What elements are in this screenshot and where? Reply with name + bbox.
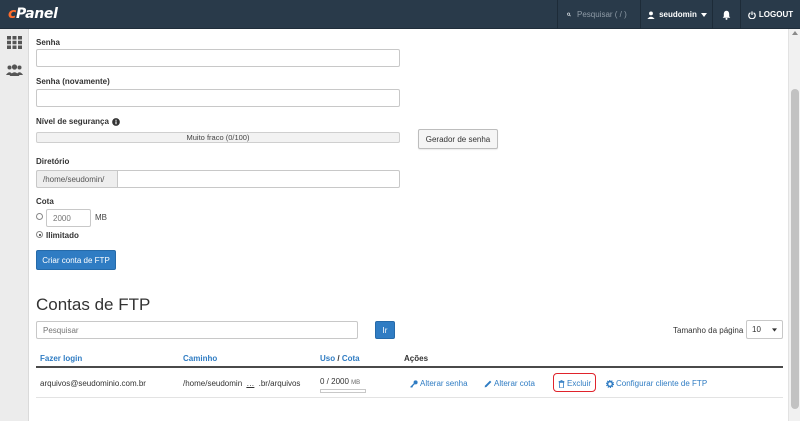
password-strength-meter: Muito fraco (0/100): [36, 132, 400, 143]
page-size-select[interactable]: 10: [746, 320, 783, 339]
users-icon: [6, 63, 23, 76]
top-bar: cPanel seudomin LOGOUT: [0, 0, 800, 29]
scroll-up-arrow-icon[interactable]: [792, 31, 798, 35]
quota-unlimited-radio[interactable]: [36, 231, 43, 238]
sidebar-item-users[interactable]: [5, 61, 24, 78]
strength-text: Muito fraco (0/100): [186, 133, 250, 142]
logout-label: LOGOUT: [758, 10, 794, 19]
quota-label: Cota: [36, 197, 54, 206]
table-header: Fazer login Caminho Uso / Cota Ações: [36, 350, 783, 368]
bell-icon: [722, 10, 730, 20]
password-generator-button[interactable]: Gerador de senha: [418, 129, 498, 149]
configure-ftp-client-action[interactable]: Configurar cliente de FTP: [606, 379, 707, 388]
scroll-thumb[interactable]: [791, 89, 799, 409]
power-icon: [748, 10, 756, 19]
sidebar-item-home[interactable]: [5, 34, 24, 51]
page-scrollbar[interactable]: [788, 29, 800, 421]
column-header-usage-quota: Uso / Cota: [320, 354, 360, 363]
directory-prefix: /home/seudomin/: [36, 170, 117, 188]
search-icon: [567, 12, 571, 17]
page-size-label: Tamanho da página: [673, 326, 744, 335]
gear-icon: [606, 379, 614, 388]
row-login: arquivos@seudominio.com.br: [40, 379, 146, 388]
row-path-end: .br/arquivos: [258, 379, 301, 388]
change-password-action[interactable]: Alterar senha: [410, 379, 468, 388]
password-confirm-label: Senha (novamente): [36, 77, 110, 86]
column-header-usage[interactable]: Uso: [320, 354, 335, 363]
password-confirm-input[interactable]: [36, 89, 400, 107]
strength-label-wrap: Nível de segurança: [36, 117, 120, 126]
cpanel-logo[interactable]: cPanel: [8, 6, 58, 22]
row-path-ellipsis[interactable]: …: [246, 379, 254, 388]
row-usage: 0 / 2000 MB: [320, 377, 360, 386]
column-separator: /: [337, 354, 340, 363]
header-search[interactable]: [558, 0, 639, 29]
row-usage-unit: MB: [351, 380, 361, 386]
key-icon: [410, 379, 418, 388]
quota-input[interactable]: [46, 209, 91, 227]
column-header-quota[interactable]: Cota: [342, 354, 360, 363]
user-menu[interactable]: seudomin: [641, 0, 713, 29]
table-row: arquivos@seudominio.com.br /home/seudomi…: [36, 370, 783, 398]
logout-button[interactable]: LOGOUT: [741, 0, 800, 29]
username: seudomin: [659, 10, 697, 19]
password-input[interactable]: [36, 49, 400, 67]
info-icon[interactable]: [112, 117, 120, 126]
grid-icon: [7, 36, 22, 49]
ftp-accounts-title: Contas de FTP: [36, 295, 151, 314]
row-usage-value: 0 / 2000: [320, 377, 349, 386]
change-password-label: Alterar senha: [420, 379, 468, 388]
pencil-icon: [484, 380, 492, 387]
row-usage-bar: [320, 389, 366, 393]
column-header-login[interactable]: Fazer login: [40, 354, 82, 363]
caret-down-icon: [700, 12, 707, 17]
column-header-path[interactable]: Caminho: [183, 354, 217, 363]
page-size-value: 10: [752, 325, 761, 334]
row-path: /home/seudomin … .br/arquivos: [183, 379, 300, 388]
change-quota-label: Alterar cota: [494, 379, 535, 388]
column-header-actions: Ações: [404, 354, 429, 363]
quota-unit: MB: [95, 213, 107, 222]
user-icon: [647, 10, 655, 19]
row-path-start: /home/seudomin: [183, 379, 243, 388]
notifications-button[interactable]: [713, 0, 739, 29]
password-label: Senha: [36, 38, 61, 47]
directory-input[interactable]: [117, 170, 400, 188]
directory-label: Diretório: [36, 157, 70, 166]
change-quota-action[interactable]: Alterar cota: [484, 379, 535, 388]
quota-limited-radio[interactable]: [36, 213, 43, 220]
sidebar: [0, 29, 29, 421]
header-search-input[interactable]: [577, 10, 639, 19]
strength-label: Nível de segurança: [36, 117, 109, 126]
delete-highlight: [553, 373, 596, 392]
search-go-button[interactable]: Ir: [375, 321, 395, 339]
accounts-search-input[interactable]: [36, 321, 358, 339]
create-ftp-account-button[interactable]: Criar conta de FTP: [36, 250, 116, 270]
unlimited-label: Ilimitado: [46, 231, 79, 240]
main-content: Senha Senha (novamente) Nível de seguran…: [29, 29, 788, 421]
caret-down-icon: [772, 327, 777, 332]
configure-ftp-client-label: Configurar cliente de FTP: [616, 379, 708, 388]
